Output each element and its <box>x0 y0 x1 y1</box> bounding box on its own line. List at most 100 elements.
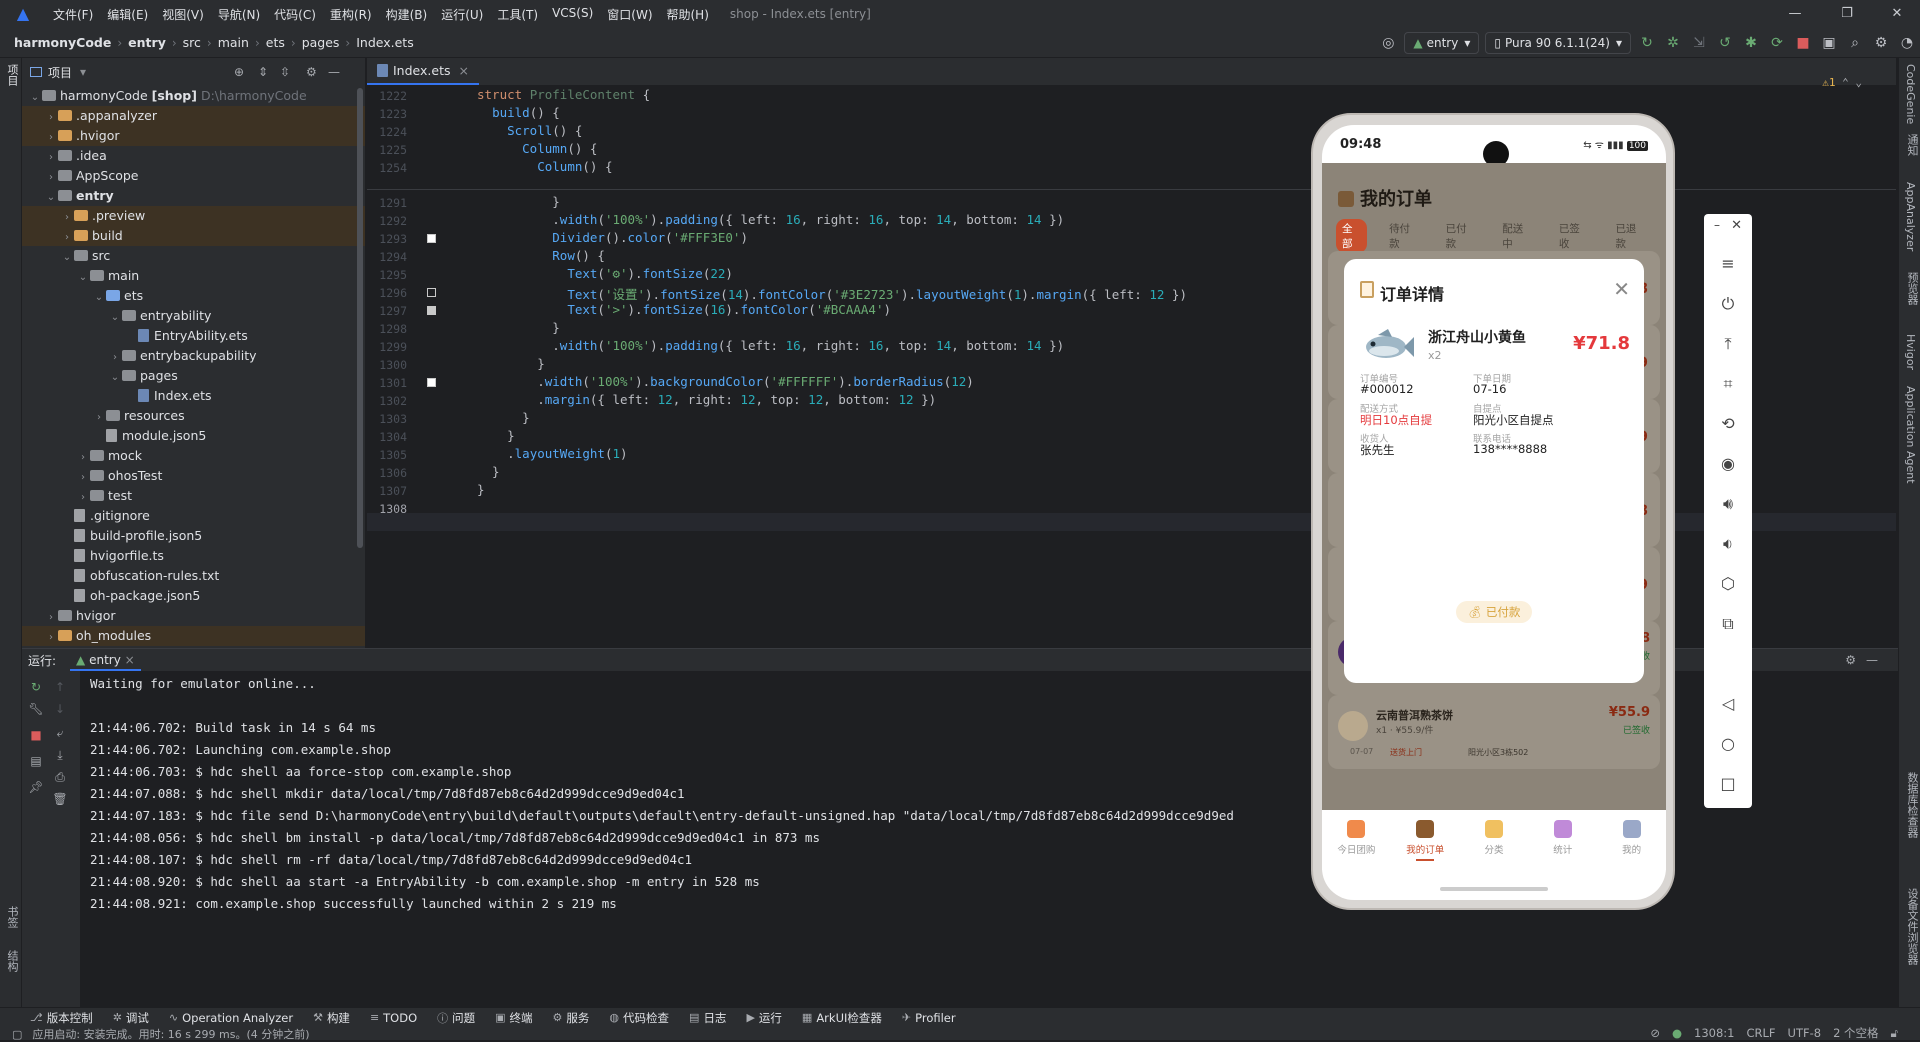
hide-panel-icon[interactable]: — <box>1866 653 1878 667</box>
menu-item[interactable]: 运行(U) <box>434 6 490 23</box>
soft-wrap-icon[interactable]: ⤶ <box>52 725 68 741</box>
run-console-output[interactable]: Waiting for emulator online... 21:44:06.7… <box>90 673 1234 915</box>
tree-root[interactable]: ⌄ harmonyCode [shop] D:\harmonyCode <box>22 86 365 106</box>
breadcrumb-item[interactable]: entry <box>126 35 168 50</box>
breadcrumb-item[interactable]: ets <box>264 35 287 50</box>
tree-item[interactable]: oh-package.json5 <box>22 586 365 606</box>
menu-item[interactable]: 视图(V) <box>155 6 211 23</box>
code-line[interactable]: Divider().color('#FFF3E0') <box>477 230 748 245</box>
chevron-right-icon[interactable]: › <box>76 468 90 488</box>
down-arrow-icon[interactable]: ↓ <box>52 701 68 717</box>
tool-window-button[interactable]: ⚒ 构建 <box>313 1010 350 1026</box>
chevron-right-icon[interactable]: › <box>60 208 74 228</box>
search-icon[interactable]: ⌕ <box>1842 30 1868 56</box>
menu-item[interactable]: 代码(C) <box>267 6 323 23</box>
settings-gear-icon[interactable]: ⚙ <box>1845 653 1856 667</box>
bottom-tab[interactable]: 今日团购 <box>1322 810 1391 870</box>
filter-tab[interactable]: 全部 <box>1336 219 1368 253</box>
tool-window-button[interactable]: ⓘ 问题 <box>437 1010 475 1026</box>
phone-screen[interactable]: 09:48 ⇆ ᯤ ▮▮▮ 100 我的订单 全部 待付款 已付款 配送中 已签收 已退款… <box>1322 125 1666 900</box>
crop-icon[interactable]: ⌗ <box>1704 374 1752 394</box>
code-line[interactable]: Text('>').fontSize(16).fontColor('#BCAAA… <box>477 302 891 317</box>
debug-icon[interactable]: ✲ <box>1660 30 1686 56</box>
chevron-down-icon[interactable]: ⌄ <box>76 268 90 288</box>
rerun-icon[interactable]: ↻ <box>28 679 44 695</box>
color-preview-swatch[interactable] <box>427 288 436 297</box>
chevron-right-icon[interactable]: › <box>44 168 58 188</box>
tree-item[interactable]: obfuscation-rules.txt <box>22 566 365 586</box>
breadcrumb-item[interactable]: pages <box>300 35 342 50</box>
code-line[interactable]: Row() { <box>477 248 605 263</box>
chevron-right-icon[interactable]: › <box>92 408 106 428</box>
tree-item[interactable]: ⌄ ets <box>22 286 365 306</box>
close-tab-icon[interactable]: × <box>125 653 135 667</box>
up-arrow-icon[interactable]: ↑ <box>52 679 68 695</box>
menu-item[interactable]: 文件(F) <box>46 6 100 23</box>
options-gear-icon[interactable]: ⚙ <box>306 65 317 79</box>
chevron-right-icon[interactable]: › <box>44 128 58 148</box>
code-line[interactable]: .width('100%').padding({ left: 16, right… <box>477 338 1064 353</box>
chevron-down-icon[interactable]: ▾ <box>80 65 86 79</box>
volume-up-icon[interactable]: 🔊︎ <box>1704 494 1752 514</box>
maximize-button[interactable]: ❐ <box>1824 0 1870 28</box>
breadcrumb-item[interactable]: main <box>216 35 251 50</box>
chevron-up-icon[interactable]: ⌃ <box>1842 76 1849 89</box>
chevron-right-icon[interactable]: › <box>44 108 58 128</box>
hide-panel-icon[interactable]: — <box>328 65 340 79</box>
chevron-right-icon[interactable]: › <box>44 608 58 628</box>
filter-tab[interactable]: 已签收 <box>1553 219 1594 253</box>
locate-icon[interactable]: ⊕ <box>234 65 244 79</box>
project-tool-button[interactable]: 项目 <box>4 64 20 86</box>
code-line[interactable]: .width('100%').padding({ left: 16, right… <box>477 212 1064 227</box>
menu-item[interactable]: 构建(B) <box>379 6 435 23</box>
tree-item[interactable]: EntryAbility.ets <box>22 326 365 346</box>
code-line[interactable]: } <box>477 464 500 479</box>
minimize-button[interactable]: — <box>1772 0 1818 28</box>
tree-item[interactable]: › test <box>22 486 365 506</box>
screenshot-icon[interactable]: ◉ <box>1704 454 1752 473</box>
tool-window-button[interactable]: ⚙ 服务 <box>553 1010 590 1026</box>
power-icon[interactable]: ⏻ <box>1704 294 1752 314</box>
bookmarks-tool-button[interactable]: 书签 <box>4 906 20 928</box>
chevron-right-icon[interactable]: › <box>76 448 90 468</box>
color-preview-swatch[interactable] <box>427 234 436 243</box>
bottom-tab[interactable]: 统计 <box>1528 810 1597 870</box>
menu-item[interactable]: 编辑(E) <box>100 6 155 23</box>
chevron-right-icon[interactable]: › <box>44 628 58 648</box>
target-icon[interactable]: ◎ <box>1375 30 1401 56</box>
code-line[interactable]: } <box>477 428 515 443</box>
recents-icon[interactable]: □ <box>1704 774 1752 793</box>
menu-icon[interactable]: ≡ <box>1704 254 1752 273</box>
breadcrumb-item[interactable]: harmonyCode <box>12 35 113 50</box>
color-preview-swatch[interactable] <box>427 306 436 315</box>
bottom-tab[interactable]: 我的订单 <box>1391 810 1460 870</box>
no-inspection-icon[interactable]: ⊘ <box>1650 1026 1660 1040</box>
menu-item[interactable]: 工具(T) <box>490 6 545 23</box>
tree-item[interactable]: › oh_modules <box>22 626 365 646</box>
menu-item[interactable]: 重构(R) <box>323 6 379 23</box>
chevron-down-icon[interactable]: ⌄ <box>108 368 122 388</box>
right-tool-button[interactable]: CodeGenie <box>1904 64 1917 124</box>
menu-item[interactable]: 导航(N) <box>211 6 267 23</box>
indent-setting[interactable]: 2 个空格 <box>1833 1025 1878 1041</box>
breadcrumb-item[interactable]: Index.ets <box>354 35 416 50</box>
expand-all-icon[interactable]: ⇕ <box>258 65 268 79</box>
code-line[interactable]: .margin({ left: 12, right: 12, top: 12, … <box>477 392 936 407</box>
code-line[interactable]: } <box>477 482 485 497</box>
menu-item[interactable]: VCS(S) <box>545 6 600 23</box>
stop-icon[interactable]: ■ <box>1790 30 1816 56</box>
tree-item[interactable]: › .appanalyzer <box>22 106 365 126</box>
chevron-right-icon[interactable]: › <box>44 148 58 168</box>
chevron-down-icon[interactable]: ⌄ <box>44 188 58 208</box>
settings-gear-icon[interactable]: ⚙ <box>1868 30 1894 56</box>
code-line[interactable]: } <box>477 356 545 371</box>
tool-window-button[interactable]: ≡ TODO <box>370 1011 417 1025</box>
code-line[interactable]: } <box>477 410 530 425</box>
tree-item[interactable]: ⌄ main <box>22 266 365 286</box>
device-select[interactable]: ▯ Pura 90 6.1.1(24) ▾ <box>1485 32 1631 54</box>
file-encoding[interactable]: UTF-8 <box>1788 1026 1822 1040</box>
apply-changes-icon[interactable]: ↺ <box>1712 30 1738 56</box>
tool-window-button[interactable]: ▣ 终端 <box>495 1010 532 1026</box>
gesture-icon[interactable]: ⬡ <box>1704 574 1752 593</box>
close-window-button[interactable]: ✕ <box>1874 0 1920 28</box>
